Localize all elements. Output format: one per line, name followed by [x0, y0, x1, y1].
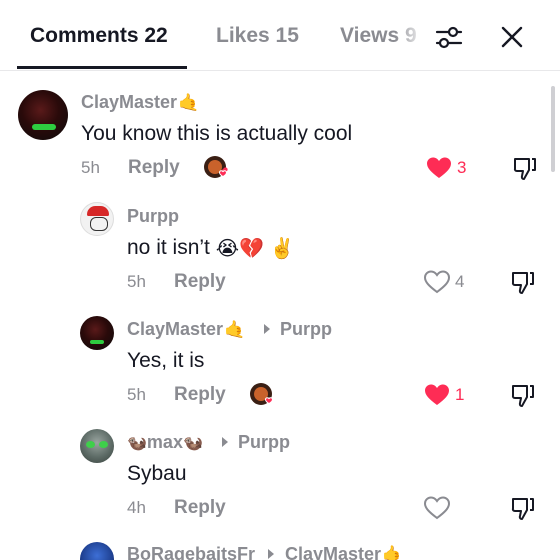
comment-username[interactable]: 🦦max🦦 — [127, 432, 203, 453]
comment-text: Yes, it is — [127, 349, 205, 372]
heart-filled-icon[interactable] — [426, 156, 452, 180]
comment-username[interactable]: ClayMaster🤙 — [127, 319, 245, 340]
close-icon[interactable] — [497, 22, 527, 52]
comment-text: no it isn’t 😭💔 ✌️ — [127, 236, 295, 260]
reply-to-username[interactable]: Purpp — [238, 432, 290, 453]
reply-button[interactable]: Reply — [174, 497, 226, 519]
reply-arrow-icon — [222, 437, 228, 447]
avatar[interactable] — [18, 90, 68, 140]
heart-outline-icon[interactable] — [424, 496, 450, 520]
comment-item: 🦦max🦦 Purpp Sybau 4h Reply — [0, 426, 560, 536]
avatar[interactable] — [80, 202, 114, 236]
comment-time: 5h — [127, 272, 146, 291]
like-count: 3 — [457, 158, 467, 177]
comment-time: 4h — [127, 498, 146, 517]
comment-username[interactable]: Purpp — [127, 206, 179, 227]
like-count: 1 — [455, 385, 465, 404]
thumbs-down-icon[interactable] — [510, 496, 536, 522]
comment-text: Sybau — [127, 462, 187, 485]
avatar[interactable] — [80, 316, 114, 350]
sliders-icon[interactable] — [434, 22, 464, 52]
comment-username[interactable]: ClayMaster🤙 — [81, 92, 199, 113]
comment-time: 5h — [81, 158, 100, 177]
comments-sheet: Comments 22 Likes 15 Views 9 ClayMaster🤙… — [0, 0, 560, 560]
reply-to-username[interactable]: Purpp — [280, 319, 332, 340]
reply-button[interactable]: Reply — [174, 271, 226, 293]
comment-item: BoRagebaitsFr ClayMaster🤙 — [0, 538, 560, 560]
reply-arrow-icon — [268, 549, 274, 559]
thumbs-down-icon[interactable] — [510, 270, 536, 296]
heart-outline-icon[interactable] — [424, 270, 450, 294]
comment-username[interactable]: BoRagebaitsFr — [127, 544, 255, 560]
comment-item: ClayMaster🤙 Purpp Yes, it is 5h Reply 1 — [0, 313, 560, 423]
comment-item: ClayMaster🤙 You know this is actually co… — [0, 86, 560, 196]
creator-heart-avatar-icon — [250, 383, 274, 405]
active-tab-indicator — [17, 66, 187, 69]
comment-item: Purpp no it isn’t 😭💔 ✌️ 5h Reply 4 — [0, 200, 560, 310]
thumbs-down-icon[interactable] — [512, 156, 538, 182]
thumbs-down-icon[interactable] — [510, 383, 536, 409]
reply-arrow-icon — [264, 324, 270, 334]
reply-to-username[interactable]: ClayMaster🤙 — [285, 544, 403, 560]
like-count: 4 — [455, 272, 465, 291]
tab-fade — [395, 18, 425, 58]
reply-button[interactable]: Reply — [128, 157, 180, 179]
heart-filled-icon[interactable] — [424, 383, 450, 407]
reply-button[interactable]: Reply — [174, 384, 226, 406]
tab-likes[interactable]: Likes 15 — [216, 24, 299, 48]
avatar[interactable] — [80, 429, 114, 463]
tab-comments[interactable]: Comments 22 — [30, 24, 168, 48]
tab-bar: Comments 22 Likes 15 Views 9 — [0, 0, 560, 71]
comment-text: You know this is actually cool — [81, 122, 353, 145]
creator-heart-avatar-icon — [204, 156, 228, 178]
avatar[interactable] — [80, 542, 114, 560]
comment-time: 5h — [127, 385, 146, 404]
